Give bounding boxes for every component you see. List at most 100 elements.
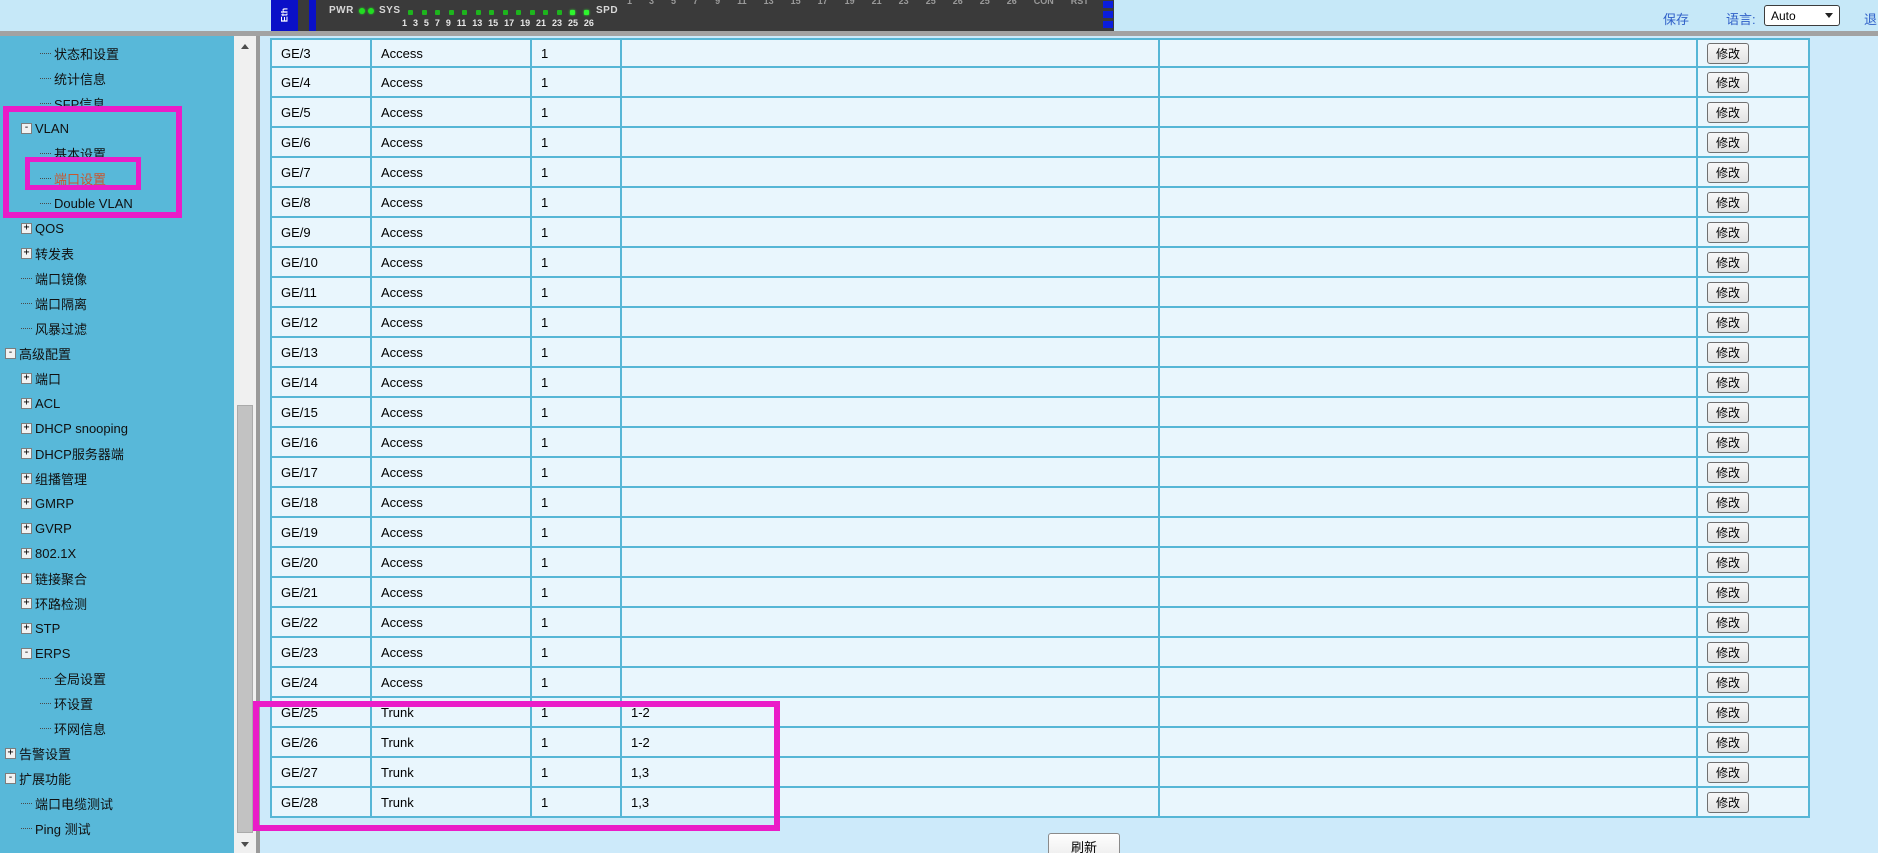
modify-button[interactable]: 修改	[1707, 521, 1749, 543]
modify-button[interactable]: 修改	[1707, 701, 1749, 723]
modify-button[interactable]: 修改	[1707, 581, 1749, 603]
collapse-icon[interactable]: -	[5, 773, 16, 784]
expand-icon[interactable]: +	[21, 223, 32, 234]
sidebar-item-gvrp[interactable]: + GVRP	[0, 516, 234, 541]
sidebar-item-vlan[interactable]: - VLAN	[0, 116, 234, 141]
sidebar-item-gmrp[interactable]: + GMRP	[0, 491, 234, 516]
sidebar-item-stp[interactable]: + STP	[0, 616, 234, 641]
sidebar-item-dhcp-snooping[interactable]: + DHCP snooping	[0, 416, 234, 441]
modify-button[interactable]: 修改	[1707, 101, 1749, 123]
table-row: GE/3 Access 1 修改	[270, 38, 1810, 68]
expand-icon[interactable]: +	[21, 423, 32, 434]
expand-icon[interactable]: +	[21, 398, 32, 409]
expand-icon[interactable]: +	[21, 373, 32, 384]
modify-button[interactable]: 修改	[1707, 431, 1749, 453]
modify-button[interactable]: 修改	[1707, 491, 1749, 513]
sidebar-item-dot1x[interactable]: +802.1X	[0, 541, 234, 566]
sidebar-item-extended-functions[interactable]: - 扩展功能	[0, 766, 234, 791]
collapse-icon[interactable]: -	[21, 648, 32, 659]
sidebar-item-loop-detection[interactable]: + 环路检测	[0, 591, 234, 616]
port-led-icon	[556, 10, 562, 15]
sidebar-item-port-settings[interactable]: 端口设置	[0, 166, 234, 191]
sidebar-item-alarm-settings[interactable]: + 告警设置	[0, 741, 234, 766]
pvid-cell: 1	[532, 788, 622, 818]
modify-button[interactable]: 修改	[1707, 611, 1749, 633]
save-link[interactable]: 保存	[1663, 9, 1689, 28]
logout-link[interactable]: 退出	[1864, 9, 1878, 28]
modify-button[interactable]: 修改	[1707, 221, 1749, 243]
scroll-down-button[interactable]	[234, 836, 256, 853]
untagged-vlans-cell	[1160, 98, 1698, 128]
port-number: 5	[671, 0, 677, 6]
modify-button[interactable]: 修改	[1707, 161, 1749, 183]
expand-icon[interactable]: +	[21, 548, 32, 559]
sidebar-item-forwarding-table[interactable]: + 转发表	[0, 241, 234, 266]
table-row: GE/10 Access 1 修改	[270, 248, 1810, 278]
sidebar-item-multicast-management[interactable]: + 组播管理	[0, 466, 234, 491]
sidebar-item-status-settings[interactable]: 状态和设置	[0, 41, 234, 66]
sidebar-item-erps[interactable]: - ERPS	[0, 641, 234, 666]
modify-button[interactable]: 修改	[1707, 131, 1749, 153]
expand-icon[interactable]: +	[21, 523, 32, 534]
scroll-up-button[interactable]	[234, 38, 256, 55]
sidebar-item-qos[interactable]: + QOS	[0, 216, 234, 241]
expand-icon[interactable]: +	[21, 448, 32, 459]
sidebar-item-dhcp-server[interactable]: + DHCP服务器端	[0, 441, 234, 466]
modify-button[interactable]: 修改	[1707, 71, 1749, 93]
modify-button[interactable]: 修改	[1707, 251, 1749, 273]
sidebar-item-ring-network-info[interactable]: 环网信息	[0, 716, 234, 741]
sidebar-item-basic-settings[interactable]: 基本设置	[0, 141, 234, 166]
expand-icon[interactable]: +	[5, 748, 16, 759]
action-cell: 修改	[1698, 428, 1810, 458]
sidebar-item-storm-filtering[interactable]: 风暴过滤	[0, 316, 234, 341]
modify-button[interactable]: 修改	[1707, 401, 1749, 423]
modify-button[interactable]: 修改	[1707, 281, 1749, 303]
expand-icon[interactable]: +	[21, 598, 32, 609]
sidebar-item-port-isolation[interactable]: 端口隔离	[0, 291, 234, 316]
table-row: GE/25 Trunk 1 1-2 修改	[270, 698, 1810, 728]
trunk-vlans-cell	[622, 218, 1160, 248]
expand-icon[interactable]: +	[21, 248, 32, 259]
sidebar-item-advanced-config[interactable]: - 高级配置	[0, 341, 234, 366]
expand-icon[interactable]: +	[21, 573, 32, 584]
modify-button[interactable]: 修改	[1707, 731, 1749, 753]
modify-button[interactable]: 修改	[1707, 341, 1749, 363]
sidebar-item-double-vlan[interactable]: Double VLAN	[0, 191, 234, 216]
scrollbar-thumb[interactable]	[237, 405, 253, 833]
refresh-button[interactable]: 刷新	[1048, 833, 1120, 853]
sidebar-scrollbar[interactable]	[234, 36, 256, 853]
chevron-down-icon	[1825, 13, 1833, 18]
expand-icon[interactable]: +	[21, 623, 32, 634]
sidebar-item-link-aggregation[interactable]: + 链接聚合	[0, 566, 234, 591]
modify-button[interactable]: 修改	[1707, 671, 1749, 693]
modify-button[interactable]: 修改	[1707, 761, 1749, 783]
action-cell: 修改	[1698, 218, 1810, 248]
expand-icon[interactable]: +	[21, 473, 32, 484]
modify-button[interactable]: 修改	[1707, 311, 1749, 333]
sidebar-item-ping-test[interactable]: Ping 测试	[0, 816, 234, 841]
sidebar-item-sfp-info[interactable]: SFP信息	[0, 91, 234, 116]
sidebar-item-port[interactable]: + 端口	[0, 366, 234, 391]
modify-button[interactable]: 修改	[1707, 641, 1749, 663]
sidebar-item-port-cable-test[interactable]: 端口电缆测试	[0, 791, 234, 816]
modify-button[interactable]: 修改	[1707, 191, 1749, 213]
language-select[interactable]: Auto	[1764, 5, 1840, 26]
modify-button[interactable]: 修改	[1707, 371, 1749, 393]
modify-button[interactable]: 修改	[1707, 461, 1749, 483]
port-number: 17	[504, 18, 515, 28]
collapse-icon[interactable]: -	[5, 348, 16, 359]
port-led-icon	[475, 10, 481, 15]
expand-icon[interactable]: +	[21, 498, 32, 509]
sidebar-item-acl[interactable]: + ACL	[0, 391, 234, 416]
modify-button[interactable]: 修改	[1707, 791, 1749, 813]
collapse-icon[interactable]: -	[21, 123, 32, 134]
modify-button[interactable]: 修改	[1707, 551, 1749, 573]
port-cell: GE/18	[270, 488, 372, 518]
sidebar-item-port-mirroring[interactable]: 端口镜像	[0, 266, 234, 291]
port-cell: GE/7	[270, 158, 372, 188]
port-number-row: 1 3 5 7 9 11 13 15 17 19 21 23 25 26	[402, 18, 594, 28]
sidebar-item-ring-settings[interactable]: 环设置	[0, 691, 234, 716]
sidebar-item-global-settings[interactable]: 全局设置	[0, 666, 234, 691]
modify-button[interactable]: 修改	[1707, 42, 1749, 64]
sidebar-item-statistics-info[interactable]: 统计信息	[0, 66, 234, 91]
